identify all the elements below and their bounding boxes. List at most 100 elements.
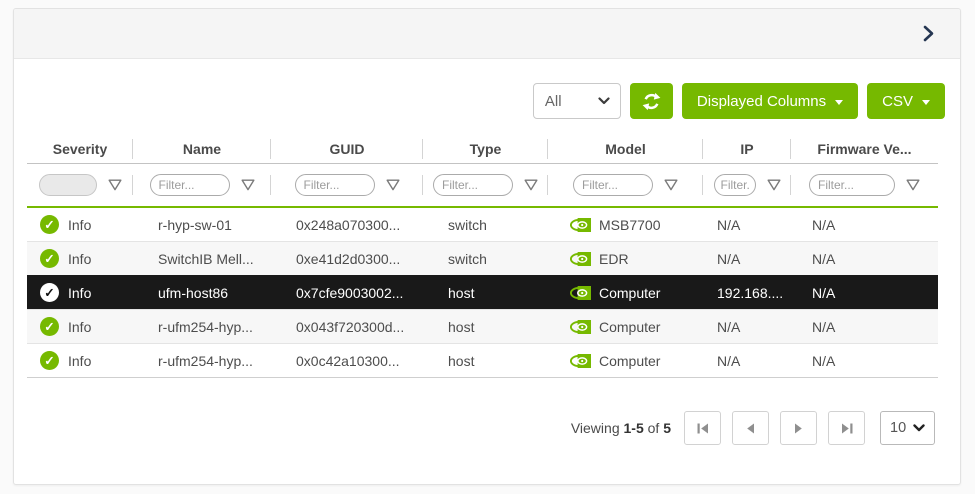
pagination-bar: Viewing 1-5 of 5 10 <box>14 411 935 445</box>
severity-label: Info <box>68 285 91 301</box>
severity-label: Info <box>68 217 91 233</box>
column-header-label: GUID <box>330 141 365 157</box>
device-firmware: N/A <box>791 217 938 233</box>
filter-input[interactable] <box>433 174 513 196</box>
table-row[interactable]: ✓ Info SwitchIB Mell... 0xe41d2d0300... … <box>27 241 938 275</box>
device-name: r-ufm254-hyp... <box>133 319 271 335</box>
header-row: Severity Name GUID Type Model IP Firmwar… <box>27 135 938 163</box>
chevron-down-icon <box>913 424 925 432</box>
refresh-button[interactable] <box>630 83 673 119</box>
viewing-prefix: Viewing <box>571 420 620 436</box>
table-row[interactable]: ✓ Info r-hyp-sw-01 0x248a070300... switc… <box>27 208 938 241</box>
displayed-columns-button[interactable]: Displayed Columns <box>682 83 858 119</box>
next-page-icon <box>794 423 803 434</box>
filter-funnel-icon[interactable] <box>524 179 538 191</box>
filter-input <box>39 174 97 196</box>
nvidia-logo-icon <box>570 354 591 368</box>
next-page-button[interactable] <box>780 411 817 445</box>
filter-input[interactable] <box>573 174 653 196</box>
first-page-button[interactable] <box>684 411 721 445</box>
chevron-down-icon <box>598 97 610 105</box>
column-header[interactable]: Type <box>423 135 548 163</box>
device-ip: N/A <box>703 217 791 233</box>
csv-button[interactable]: CSV <box>867 83 945 119</box>
filter-input[interactable] <box>150 174 230 196</box>
last-page-button[interactable] <box>828 411 865 445</box>
filter-funnel-icon[interactable] <box>386 179 400 191</box>
last-page-icon <box>841 423 853 434</box>
displayed-columns-label: Displayed Columns <box>697 93 826 110</box>
filter-input[interactable] <box>714 174 756 196</box>
device-firmware: N/A <box>791 251 938 267</box>
viewing-summary: Viewing 1-5 of 5 <box>571 420 671 436</box>
column-filter <box>133 164 271 206</box>
device-guid: 0xe41d2d0300... <box>271 251 423 267</box>
table-toolbar: All Displayed Columns CSV <box>14 83 945 119</box>
device-name: SwitchIB Mell... <box>133 251 271 267</box>
device-firmware: N/A <box>791 319 938 335</box>
filter-input[interactable] <box>295 174 375 196</box>
column-header-label: IP <box>740 141 753 157</box>
column-header[interactable]: IP <box>703 135 791 163</box>
nvidia-logo-icon <box>570 286 591 300</box>
filter-funnel-icon[interactable] <box>767 179 781 191</box>
device-firmware: N/A <box>791 285 938 301</box>
table-row[interactable]: ✓ Info ufm-host86 0x7cfe9003002... host … <box>27 275 938 309</box>
severity-label: Info <box>68 353 91 369</box>
device-guid: 0x7cfe9003002... <box>271 285 423 301</box>
filter-funnel-icon[interactable] <box>906 179 920 191</box>
device-guid: 0x248a070300... <box>271 217 423 233</box>
device-model: Computer <box>599 285 660 301</box>
device-name: ufm-host86 <box>133 285 271 301</box>
column-filter <box>271 164 423 206</box>
device-type: host <box>423 285 548 301</box>
device-name: r-ufm254-hyp... <box>133 353 271 369</box>
caret-down-icon <box>835 100 843 105</box>
severity-ok-icon: ✓ <box>40 215 59 234</box>
table-row[interactable]: ✓ Info r-ufm254-hyp... 0x0c42a10300... h… <box>27 343 938 377</box>
viewing-total: 5 <box>663 420 671 436</box>
table-row[interactable]: ✓ Info r-ufm254-hyp... 0x043f720300d... … <box>27 309 938 343</box>
filter-funnel-icon[interactable] <box>664 179 678 191</box>
page-size-select[interactable]: 10 <box>880 411 935 445</box>
filter-funnel-icon[interactable] <box>108 179 122 191</box>
device-model: Computer <box>599 353 660 369</box>
column-header[interactable]: Name <box>133 135 271 163</box>
column-filter <box>791 164 938 206</box>
column-header-label: Severity <box>53 141 107 157</box>
previous-page-button[interactable] <box>732 411 769 445</box>
viewing-of: of <box>648 420 660 436</box>
panel-header <box>14 9 960 59</box>
column-header[interactable]: GUID <box>271 135 423 163</box>
device-table-body: ✓ Info r-hyp-sw-01 0x248a070300... switc… <box>27 206 938 378</box>
page-size-value: 10 <box>890 420 906 436</box>
column-header[interactable]: Firmware Ve... <box>791 135 938 163</box>
filter-input[interactable] <box>809 174 895 196</box>
nvidia-logo-icon <box>570 252 591 266</box>
collapse-panel-button[interactable] <box>921 23 936 44</box>
device-type: switch <box>423 217 548 233</box>
device-ip: N/A <box>703 319 791 335</box>
device-model: Computer <box>599 319 660 335</box>
column-header[interactable]: Severity <box>27 135 133 163</box>
devices-panel: All Displayed Columns CSV <box>13 8 961 485</box>
severity-ok-icon: ✓ <box>40 351 59 370</box>
csv-label: CSV <box>882 93 913 110</box>
column-header-label: Model <box>605 141 645 157</box>
severity-label: Info <box>68 319 91 335</box>
devices-table: Severity Name GUID Type Model IP Firmwar… <box>27 135 938 378</box>
device-name: r-hyp-sw-01 <box>133 217 271 233</box>
viewing-range: 1-5 <box>624 420 644 436</box>
device-type: switch <box>423 251 548 267</box>
severity-filter-select[interactable]: All <box>533 83 621 119</box>
refresh-icon <box>642 92 661 111</box>
device-guid: 0x043f720300d... <box>271 319 423 335</box>
column-header-label: Firmware Ve... <box>817 141 911 157</box>
column-header[interactable]: Model <box>548 135 703 163</box>
column-filter <box>423 164 548 206</box>
caret-down-icon <box>922 100 930 105</box>
device-ip: N/A <box>703 353 791 369</box>
column-filter <box>703 164 791 206</box>
device-model: EDR <box>599 251 629 267</box>
filter-funnel-icon[interactable] <box>241 179 255 191</box>
